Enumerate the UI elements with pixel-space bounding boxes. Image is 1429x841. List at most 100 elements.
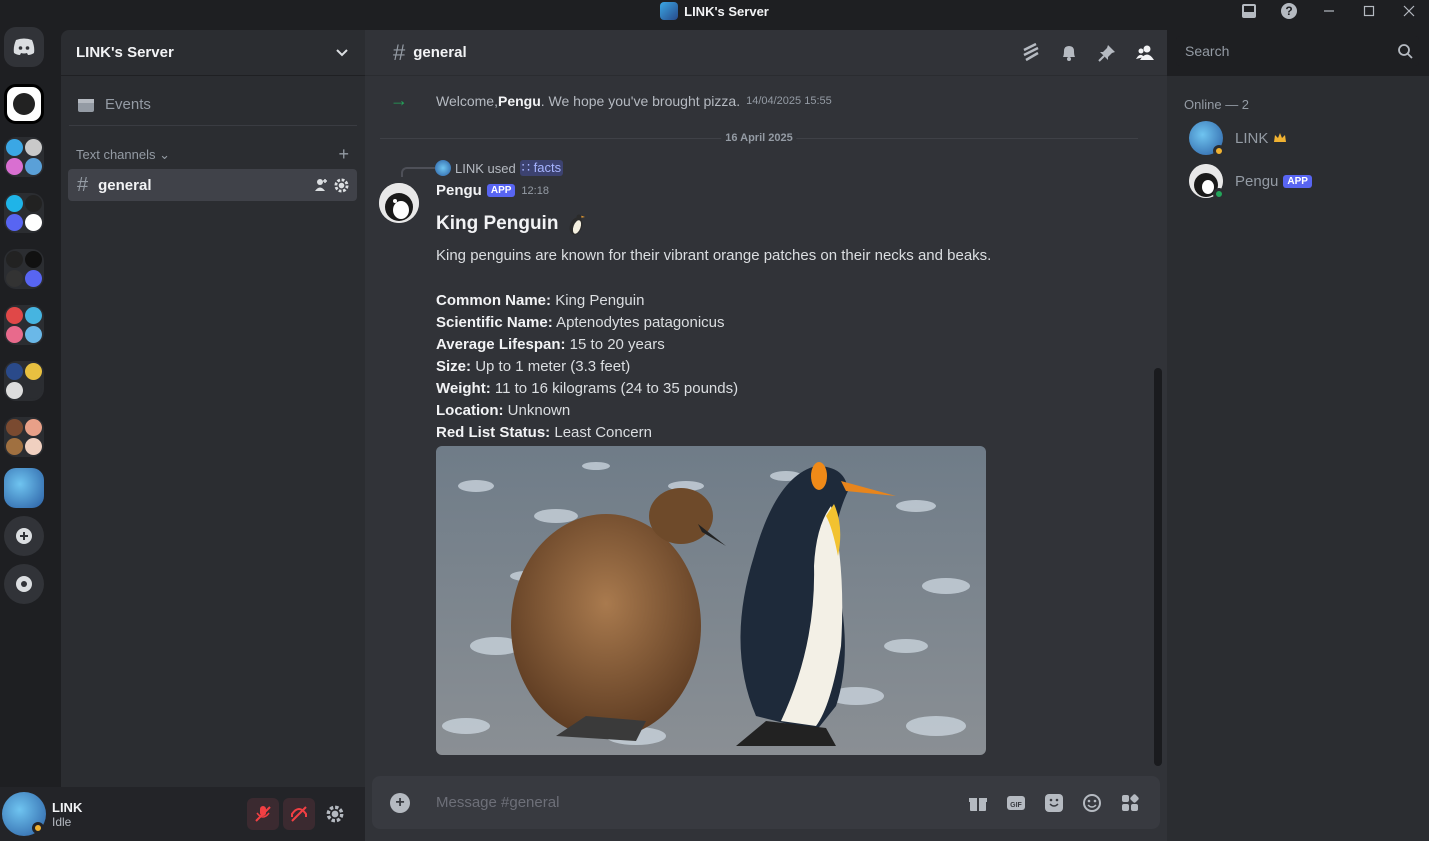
help-icon[interactable]: ? — [1269, 0, 1309, 22]
create-channel-plus-icon[interactable]: + — [338, 144, 349, 165]
pin-icon[interactable] — [1097, 43, 1117, 63]
member-avatar — [1189, 164, 1225, 200]
server-folder-6[interactable] — [4, 417, 44, 457]
chat-channel-name: general — [413, 44, 467, 61]
server-folder-1[interactable] — [4, 137, 44, 177]
search-input[interactable]: Search — [1185, 43, 1229, 59]
embed-image-penguins[interactable] — [436, 446, 986, 755]
channel-name: general — [98, 176, 152, 194]
minimize-icon[interactable] — [1309, 0, 1349, 22]
server-folder-3[interactable] — [4, 249, 44, 289]
channel-sidebar: LINK's Server Events Text channels ⌄ + #… — [61, 30, 365, 787]
events-item[interactable]: Events — [69, 84, 357, 126]
member-list-icon[interactable] — [1135, 43, 1155, 63]
welcome-timestamp: 14/04/2025 15:55 — [746, 94, 832, 107]
server-folder-4[interactable] — [4, 305, 44, 345]
member-name: LINK — [1235, 129, 1269, 147]
user-avatar[interactable] — [2, 792, 46, 836]
server-header[interactable]: LINK's Server — [61, 30, 365, 76]
system-welcome-message: → Welcome, Pengu. We hope you've brought… — [390, 90, 832, 111]
threads-icon[interactable] — [1021, 42, 1041, 63]
server-name: LINK's Server — [76, 44, 174, 61]
bell-icon[interactable] — [1059, 43, 1079, 63]
invite-people-icon[interactable] — [314, 178, 328, 192]
calendar-icon — [78, 98, 94, 112]
field-row: Weight: 11 to 16 kilograms (24 to 35 pou… — [436, 380, 739, 397]
server-rail — [0, 22, 60, 841]
attach-plus-icon[interactable]: + — [390, 792, 410, 813]
message-avatar[interactable] — [379, 183, 419, 223]
window-title-text: LINK's Server — [684, 3, 769, 19]
channel-hash-icon: # — [393, 39, 406, 65]
server-icon-links-server[interactable] — [4, 468, 44, 508]
field-row: Location: Unknown — [436, 402, 571, 419]
embed-description: King penguins are known for their vibran… — [436, 247, 992, 264]
reply-user[interactable]: LINK — [455, 161, 484, 176]
server-icon-1[interactable] — [4, 84, 44, 124]
app-badge: APP — [486, 184, 516, 197]
sticker-icon[interactable] — [1044, 793, 1064, 813]
search-icon — [1398, 44, 1413, 59]
chat-panel: # general → Welcome, Pengu. We hope you'… — [365, 30, 1167, 841]
gift-icon[interactable] — [968, 793, 988, 813]
chat-header: # general — [365, 30, 1167, 76]
crown-icon — [1274, 133, 1287, 142]
user-status: Idle — [52, 814, 72, 829]
events-label: Events — [105, 96, 151, 113]
member-item-pengu[interactable]: Pengu APP — [1189, 164, 1312, 200]
gear-icon — [326, 805, 344, 823]
add-server-button[interactable] — [4, 516, 44, 556]
server-folder-5[interactable] — [4, 361, 44, 401]
emoji-icon[interactable] — [1082, 793, 1102, 813]
plus-icon — [16, 528, 32, 544]
interaction-reply[interactable]: LINK used ∷ facts — [401, 159, 564, 177]
message-timestamp: 12:18 — [521, 184, 549, 197]
server-logo-icon — [660, 2, 679, 20]
reply-used: used — [487, 160, 516, 176]
deafen-button[interactable] — [283, 798, 315, 830]
member-name: Pengu — [1235, 172, 1279, 190]
online-status-icon — [1213, 188, 1225, 200]
embed-fields: Common Name: King Penguin Scientific Nam… — [436, 290, 738, 444]
search-bar[interactable]: Search — [1176, 36, 1419, 66]
field-row: Scientific Name: Aptenodytes patagonicus — [436, 314, 725, 331]
svg-text:?: ? — [1285, 4, 1292, 18]
gear-icon[interactable] — [334, 177, 349, 193]
field-row: Average Lifespan: 15 to 20 years — [436, 336, 665, 353]
field-row: Size: Up to 1 meter (3.3 feet) — [436, 358, 631, 375]
svg-text:GIF: GIF — [1010, 802, 1022, 809]
author-name[interactable]: Pengu — [436, 182, 482, 199]
window-title: LINK's Server — [660, 2, 769, 20]
explore-servers-button[interactable] — [4, 564, 44, 604]
slash-command-tag[interactable]: ∷ facts — [519, 160, 564, 176]
title-bar: LINK's Server ? — [0, 0, 1429, 22]
server-folder-2[interactable] — [4, 193, 44, 233]
message-input[interactable]: Message #general — [436, 794, 559, 811]
welcome-prefix: Welcome, — [436, 92, 498, 109]
category-label: Text channels ⌄ — [76, 146, 171, 162]
welcome-user[interactable]: Pengu — [498, 93, 541, 109]
category-text-channels[interactable]: Text channels ⌄ + — [61, 144, 365, 165]
user-info[interactable]: LINK Idle — [52, 800, 82, 829]
embed-title: King Penguin — [436, 212, 588, 236]
mute-microphone-button[interactable] — [247, 798, 279, 830]
user-settings-button[interactable] — [319, 798, 351, 830]
chat-scrollbar[interactable] — [1154, 368, 1162, 766]
gif-icon[interactable]: GIF — [1006, 793, 1026, 813]
apps-icon[interactable] — [1120, 793, 1140, 813]
member-item-link[interactable]: LINK — [1189, 121, 1287, 157]
close-icon[interactable] — [1389, 0, 1429, 22]
member-list-header: Online — 2 — [1184, 97, 1250, 112]
user-panel: LINK Idle — [0, 787, 365, 841]
maximize-icon[interactable] — [1349, 0, 1389, 22]
channel-item-general[interactable]: # general — [68, 169, 357, 201]
inbox-icon[interactable] — [1229, 0, 1269, 22]
date-divider: 16 April 2025 — [380, 132, 1138, 144]
chevron-down-icon — [336, 48, 348, 56]
date-divider-label: 16 April 2025 — [721, 132, 797, 144]
channel-hash-icon: # — [77, 173, 89, 196]
idle-status-icon — [1213, 145, 1225, 157]
direct-messages-button[interactable] — [4, 27, 44, 67]
member-avatar — [1189, 121, 1225, 157]
message-composer: + Message #general GIF — [372, 776, 1160, 829]
